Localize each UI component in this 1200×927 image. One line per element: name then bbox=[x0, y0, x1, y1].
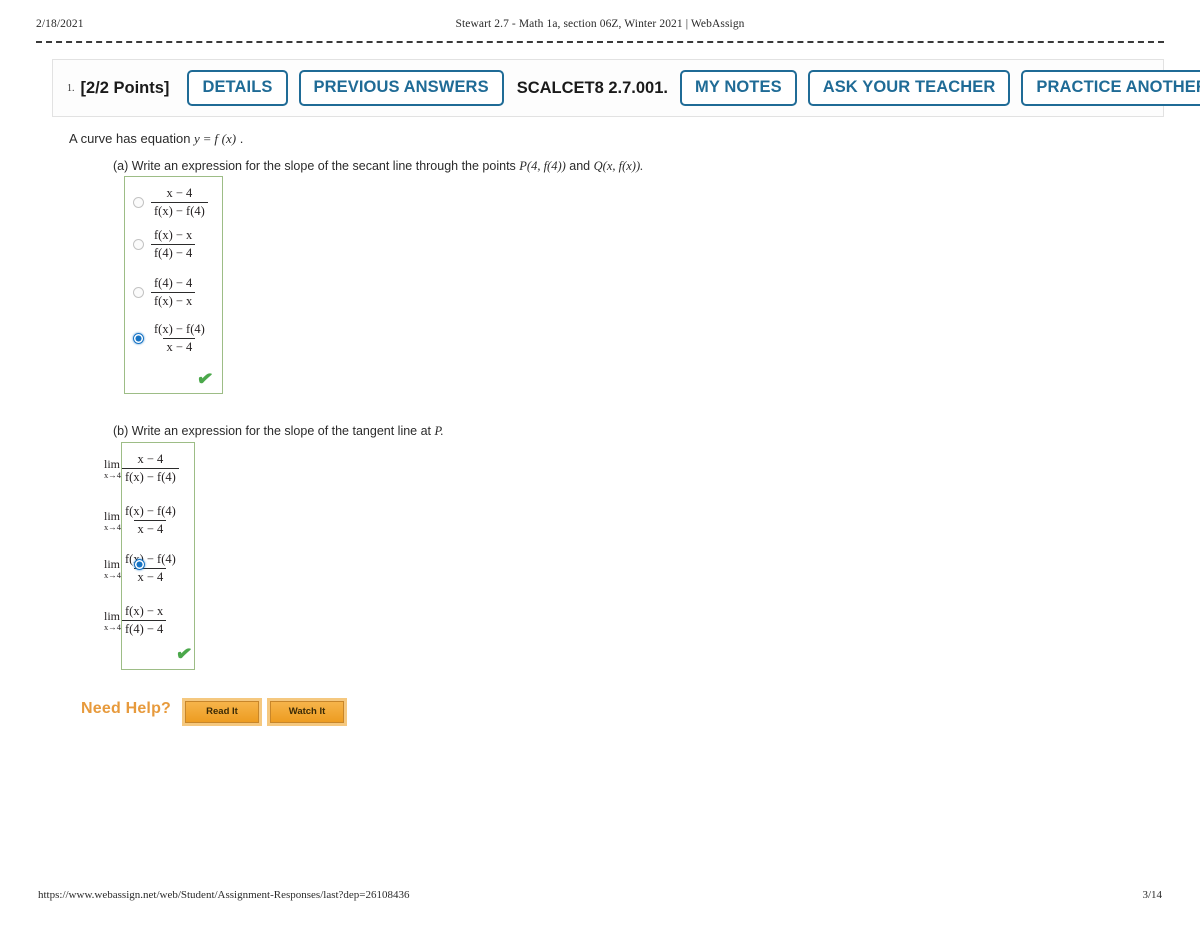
stem-text: A curve has equation bbox=[69, 131, 191, 146]
part-b-option[interactable]: lim x→4 x − 4 f(x) − f(4) bbox=[104, 452, 179, 485]
radio-button[interactable] bbox=[133, 196, 144, 208]
fraction-expression: x − 4 f(x) − f(4) bbox=[122, 452, 179, 485]
header-divider bbox=[36, 41, 1164, 43]
stem-argument-x: (x) bbox=[221, 131, 237, 146]
stem-function-f: f bbox=[214, 131, 219, 146]
read-it-button[interactable]: Read It bbox=[185, 701, 259, 723]
footer-page-number: 3/14 bbox=[1142, 889, 1162, 901]
radio-button[interactable] bbox=[133, 238, 144, 250]
practice-another-button[interactable]: PRACTICE ANOTHER bbox=[1021, 70, 1200, 106]
fraction-numerator: f(x) − f(4) bbox=[125, 504, 176, 518]
fraction-denominator: x − 4 bbox=[163, 337, 196, 355]
part-b-point-p: P. bbox=[434, 424, 444, 438]
previous-answers-button[interactable]: PREVIOUS ANSWERS bbox=[298, 70, 504, 106]
details-button[interactable]: DETAILS bbox=[187, 70, 288, 106]
part-a-label: (a) bbox=[113, 159, 129, 173]
fraction-denominator: f(x) − f(4) bbox=[151, 201, 208, 219]
fraction-numerator: f(4) − 4 bbox=[154, 276, 193, 290]
part-b-text: Write an expression for the slope of the… bbox=[131, 424, 432, 438]
part-a-option[interactable]: f(x) − x f(4) − 4 bbox=[133, 228, 196, 261]
fraction-denominator: x − 4 bbox=[134, 519, 167, 537]
limit-op-text: lim bbox=[104, 456, 121, 471]
limit-operator: lim x→4 bbox=[104, 558, 121, 580]
fraction-numerator: f(x) − f(4) bbox=[154, 322, 205, 336]
limit-operator: lim x→4 bbox=[104, 610, 121, 632]
footer-url: https://www.webassign.net/web/Student/As… bbox=[38, 889, 410, 901]
part-b-option[interactable]: lim x→4 f(x) − x f(4) − 4 bbox=[104, 604, 167, 637]
fraction-numerator: f(x) − f(4) bbox=[125, 552, 176, 566]
fraction-expression: x − 4 f(x) − f(4) bbox=[151, 186, 208, 219]
fraction-denominator: f(x) − x bbox=[151, 291, 196, 309]
fraction-expression: f(x) − x f(4) − 4 bbox=[122, 604, 167, 637]
radio-button[interactable] bbox=[134, 559, 145, 570]
fraction-expression: f(4) − 4 f(x) − x bbox=[151, 276, 196, 309]
points-badge: [2/2 Points] bbox=[80, 78, 170, 97]
limit-op-text: lim bbox=[104, 556, 121, 571]
limit-subscript: x→4 bbox=[104, 521, 121, 532]
part-a-text: Write an expression for the slope of the… bbox=[131, 159, 516, 173]
radio-button[interactable] bbox=[133, 332, 144, 344]
limit-subscript: x→4 bbox=[104, 469, 121, 480]
part-a-point-q: Q(x, f(x)). bbox=[593, 159, 644, 173]
fraction-expression: f(x) − f(4) x − 4 bbox=[151, 322, 208, 355]
part-b-correct-checkmark: ✔ bbox=[174, 642, 194, 667]
fraction-expression: f(x) − f(4) x − 4 bbox=[122, 552, 179, 585]
part-a-correct-checkmark: ✔ bbox=[195, 367, 215, 392]
question-number: 1. bbox=[67, 82, 75, 94]
print-page-title: Stewart 2.7 - Math 1a, section 06Z, Wint… bbox=[455, 18, 745, 30]
fraction-numerator: x − 4 bbox=[137, 452, 164, 466]
limit-op-text: lim bbox=[104, 608, 121, 623]
stem-equals: = bbox=[203, 131, 211, 146]
fraction-numerator: f(x) − x bbox=[125, 604, 164, 618]
limit-operator: lim x→4 bbox=[104, 458, 121, 480]
question-stem: A curve has equation y = f (x) . bbox=[69, 131, 243, 147]
fraction-denominator: f(x) − f(4) bbox=[122, 467, 179, 485]
limit-subscript: x→4 bbox=[104, 569, 121, 580]
part-a-option[interactable]: f(x) − f(4) x − 4 bbox=[133, 322, 208, 355]
stem-period: . bbox=[239, 131, 244, 146]
fraction-expression: f(x) − f(4) x − 4 bbox=[122, 504, 179, 537]
print-date: 2/18/2021 bbox=[36, 18, 84, 30]
fraction-denominator: f(4) − 4 bbox=[151, 243, 196, 261]
part-a-option[interactable]: f(4) − 4 f(x) − x bbox=[133, 276, 196, 309]
part-a-option[interactable]: x − 4 f(x) − f(4) bbox=[133, 186, 208, 219]
question-code: SCALCET8 2.7.001. bbox=[516, 78, 668, 97]
radio-button[interactable] bbox=[133, 286, 144, 298]
part-a-conjunction: and bbox=[569, 159, 591, 173]
part-a-prompt: (a) Write an expression for the slope of… bbox=[113, 159, 643, 174]
need-help-label: Need Help? bbox=[81, 700, 172, 717]
fraction-denominator: x − 4 bbox=[134, 567, 167, 585]
stem-variable-y: y bbox=[194, 131, 200, 146]
fraction-numerator: f(x) − x bbox=[154, 228, 193, 242]
limit-op-text: lim bbox=[104, 508, 121, 523]
part-b-label: (b) bbox=[113, 424, 129, 438]
limit-operator: lim x→4 bbox=[104, 510, 121, 532]
question-toolbar: 1. [2/2 Points] DETAILS PREVIOUS ANSWERS… bbox=[52, 59, 1200, 117]
print-header: 2/18/2021 Stewart 2.7 - Math 1a, section… bbox=[36, 18, 1164, 36]
watch-it-button[interactable]: Watch It bbox=[270, 701, 344, 723]
fraction-expression: f(x) − x f(4) − 4 bbox=[151, 228, 196, 261]
ask-your-teacher-button[interactable]: ASK YOUR TEACHER bbox=[807, 70, 1011, 106]
part-a-point-p: P(4, f(4)) bbox=[519, 159, 566, 173]
limit-subscript: x→4 bbox=[104, 621, 121, 632]
my-notes-button[interactable]: MY NOTES bbox=[680, 70, 797, 106]
part-b-prompt: (b) Write an expression for the slope of… bbox=[113, 424, 444, 439]
fraction-denominator: f(4) − 4 bbox=[122, 619, 167, 637]
print-footer: https://www.webassign.net/web/Student/As… bbox=[38, 889, 1162, 905]
part-b-option[interactable]: lim x→4 f(x) − f(4) x − 4 bbox=[104, 504, 179, 537]
fraction-numerator: x − 4 bbox=[166, 186, 193, 200]
